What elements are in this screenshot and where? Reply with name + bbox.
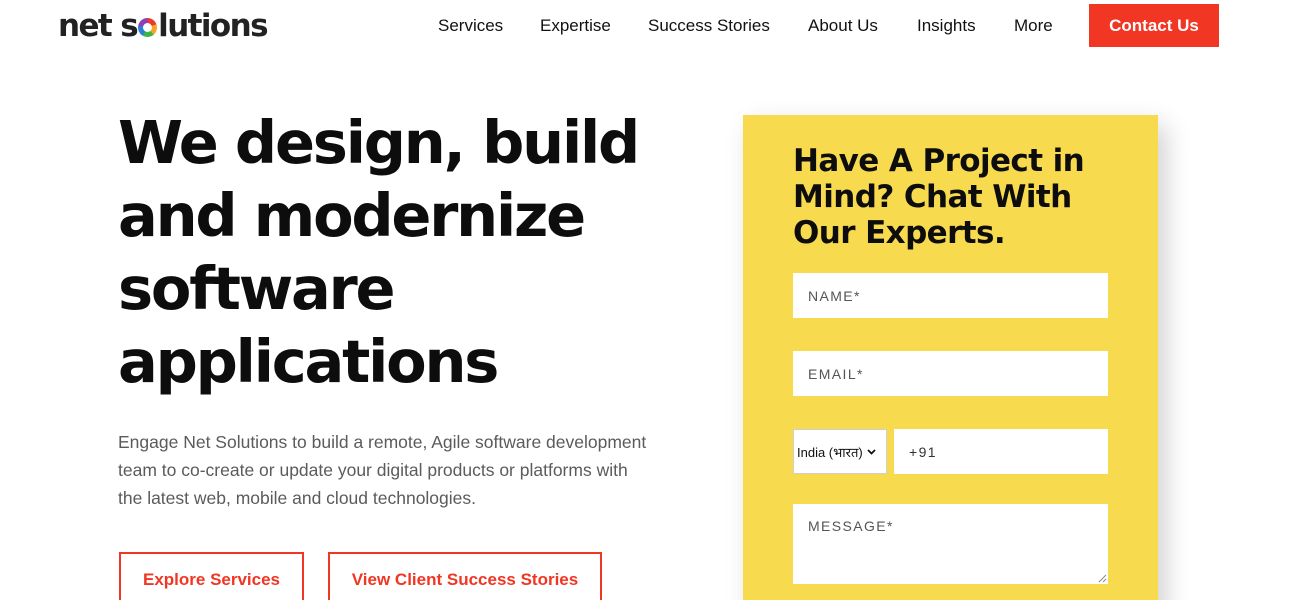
explore-services-button[interactable]: Explore Services bbox=[119, 552, 304, 600]
hero-title-line: applications bbox=[118, 327, 499, 396]
name-field[interactable] bbox=[793, 273, 1108, 318]
logo-text-prefix: net s bbox=[58, 8, 139, 44]
hero-description: Engage Net Solutions to build a remote, … bbox=[118, 432, 647, 508]
hero-title-line: and modernize bbox=[118, 181, 586, 250]
nav-about-us[interactable]: About Us bbox=[808, 15, 878, 37]
nav-expertise[interactable]: Expertise bbox=[540, 15, 611, 37]
nav-services[interactable]: Services bbox=[438, 15, 503, 37]
resize-grip-icon[interactable] bbox=[1097, 573, 1107, 583]
chevron-down-icon bbox=[867, 446, 876, 458]
message-field[interactable] bbox=[793, 504, 1108, 584]
country-select-value: India (भारत) bbox=[797, 444, 863, 460]
logo[interactable]: net s lutions bbox=[58, 8, 269, 44]
contact-us-button[interactable]: Contact Us bbox=[1089, 4, 1219, 47]
logo-text-suffix: lutions bbox=[158, 8, 268, 44]
ring-icon bbox=[138, 17, 158, 37]
hero-title-line: We design, build bbox=[118, 108, 640, 177]
contact-form-card: Have A Project in Mind? Chat With Our Ex… bbox=[743, 115, 1158, 600]
email-field[interactable] bbox=[793, 351, 1108, 396]
nav-success-stories[interactable]: Success Stories bbox=[648, 15, 770, 37]
nav-more[interactable]: More bbox=[1014, 15, 1053, 37]
form-title: Have A Project in Mind? Chat With Our Ex… bbox=[793, 143, 1085, 251]
phone-field[interactable] bbox=[894, 429, 1108, 474]
hero-title: We design, build and modernize software … bbox=[118, 106, 678, 398]
country-select[interactable]: India (भारत) bbox=[793, 429, 887, 474]
view-success-stories-button[interactable]: View Client Success Stories bbox=[328, 552, 602, 600]
nav-insights[interactable]: Insights bbox=[917, 15, 976, 37]
hero-title-line: software bbox=[118, 254, 396, 323]
